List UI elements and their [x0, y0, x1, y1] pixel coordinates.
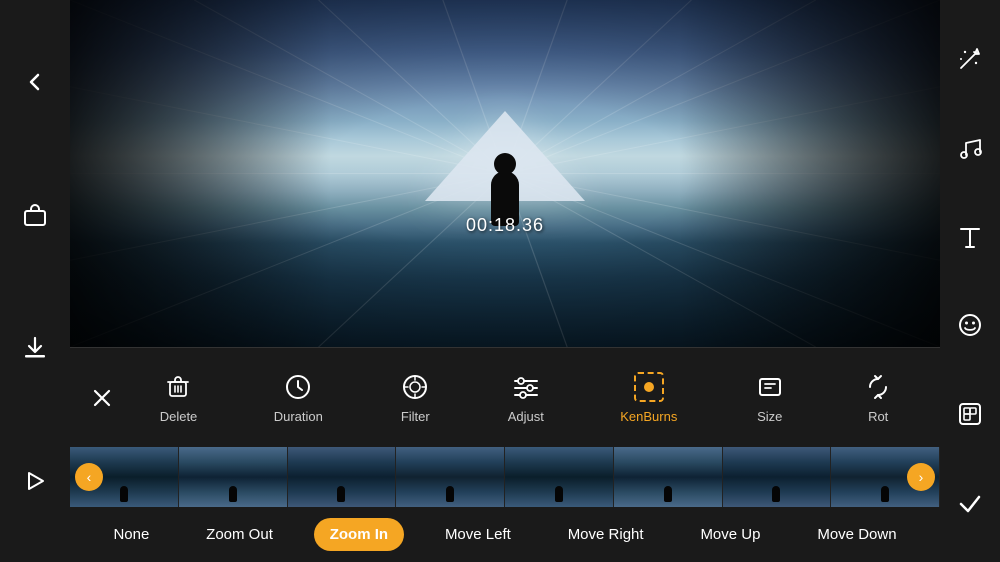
tool-duration[interactable]: Duration: [264, 363, 333, 432]
emoji-icon[interactable]: [948, 303, 992, 347]
effect-move-right[interactable]: Move Right: [552, 518, 660, 551]
video-preview: 00:18.36: [70, 0, 940, 347]
rotate-icon: [862, 371, 894, 403]
timeline-strip: ‹ ›: [70, 447, 940, 507]
timeline-next-arrow[interactable]: ›: [907, 463, 935, 491]
tool-rot[interactable]: Rot: [852, 363, 904, 432]
bag-icon[interactable]: [13, 193, 57, 237]
tool-filter-label: Filter: [401, 409, 430, 424]
timeline-thumb-2: [179, 447, 288, 507]
right-sidebar: [940, 0, 1000, 562]
effect-move-down[interactable]: Move Down: [801, 518, 912, 551]
video-vignette: [70, 0, 940, 347]
tool-delete-label: Delete: [160, 409, 198, 424]
timeline-thumb-5: [505, 447, 614, 507]
tools-bar: Delete Duration: [70, 347, 940, 447]
tool-kenburns[interactable]: KenBurns: [610, 363, 687, 432]
effect-move-up[interactable]: Move Up: [684, 518, 776, 551]
tool-kenburns-label: KenBurns: [620, 409, 677, 424]
check-icon[interactable]: [948, 481, 992, 525]
left-sidebar: [0, 0, 70, 562]
clock-icon: [282, 371, 314, 403]
tool-duration-label: Duration: [274, 409, 323, 424]
back-icon[interactable]: [13, 60, 57, 104]
timeline-thumb-7: [723, 447, 832, 507]
timeline-thumb-6: [614, 447, 723, 507]
effects-bar: None Zoom Out Zoom In Move Left Move Rig…: [70, 507, 940, 562]
effect-zoom-in[interactable]: Zoom In: [314, 518, 404, 551]
size-icon: [754, 371, 786, 403]
play-icon[interactable]: [13, 459, 57, 503]
effect-none[interactable]: None: [97, 518, 165, 551]
sliders-icon: [510, 371, 542, 403]
timeline-thumb-4: [396, 447, 505, 507]
effect-move-left[interactable]: Move Left: [429, 518, 527, 551]
filter-icon: [399, 371, 431, 403]
text-icon[interactable]: [948, 215, 992, 259]
close-button[interactable]: [80, 376, 124, 420]
tool-delete[interactable]: Delete: [150, 363, 208, 432]
effect-zoom-out[interactable]: Zoom Out: [190, 518, 289, 551]
tool-filter[interactable]: Filter: [389, 363, 441, 432]
tool-rot-label: Rot: [868, 409, 888, 424]
kenburns-icon: [633, 371, 665, 403]
tool-adjust[interactable]: Adjust: [498, 363, 554, 432]
tool-size[interactable]: Size: [744, 363, 796, 432]
timeline-prev-arrow[interactable]: ‹: [75, 463, 103, 491]
timeline-inner: [70, 447, 940, 507]
tool-adjust-label: Adjust: [508, 409, 544, 424]
sticker-icon[interactable]: [948, 392, 992, 436]
tools-list: Delete Duration: [124, 363, 930, 432]
main-content: 00:18.36 Delete: [70, 0, 940, 562]
tool-size-label: Size: [757, 409, 782, 424]
download-icon[interactable]: [13, 326, 57, 370]
timeline-thumb-3: [288, 447, 397, 507]
magic-wand-icon[interactable]: [948, 37, 992, 81]
trash-icon: [162, 371, 194, 403]
music-icon[interactable]: [948, 126, 992, 170]
